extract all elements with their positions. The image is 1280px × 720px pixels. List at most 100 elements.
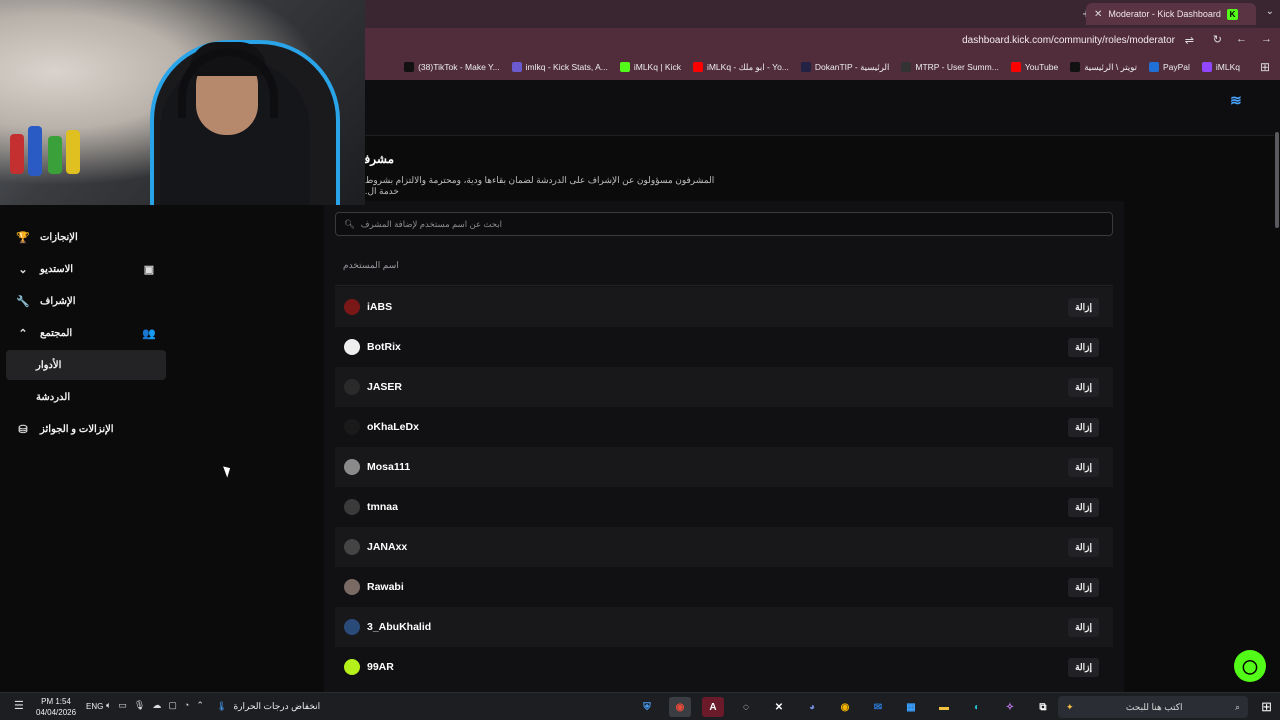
- file-explorer-icon[interactable]: ▬: [933, 697, 955, 717]
- sidebar-item[interactable]: ⛁ الإنزالات و الجوائز: [6, 414, 166, 444]
- search-input[interactable]: [360, 219, 1101, 229]
- close-icon[interactable]: ✕: [1094, 9, 1102, 20]
- sidebar-item[interactable]: 🔧 الإشراف: [6, 286, 166, 316]
- network-icon[interactable]: ◔: [184, 700, 189, 711]
- sidebar-item[interactable]: ⌄ الاستديو ▣: [6, 254, 166, 284]
- bookmark-item[interactable]: YouTube: [1010, 62, 1058, 72]
- moderator-username[interactable]: Mosa111: [367, 461, 410, 473]
- start-menu-icon[interactable]: ⊞: [1261, 699, 1272, 715]
- avatar: [344, 339, 360, 355]
- edge-app-icon[interactable]: ◐: [966, 697, 988, 717]
- remove-moderator-button[interactable]: إزالة: [1068, 417, 1099, 437]
- chrome-active-icon[interactable]: ◉: [669, 697, 691, 717]
- bookmark-item[interactable]: MTRP - User Summ...: [901, 62, 999, 72]
- bookmark-item[interactable]: iMLKq - ابو ملك - Yo...: [692, 62, 789, 73]
- moderator-username[interactable]: 3_AbuKhalid: [367, 621, 431, 633]
- remove-moderator-button[interactable]: إزالة: [1068, 377, 1099, 397]
- taskbar-search[interactable]: ✦ اكتب هنا للبحث ⌕: [1058, 696, 1248, 718]
- moderator-username[interactable]: iABS: [367, 301, 392, 313]
- moderator-row: oKhaLeDx إزالة: [335, 407, 1113, 447]
- sidebar-item[interactable]: 🏆 الإنجازات: [6, 222, 166, 252]
- sidebar: 🏆 الإنجازات ⌄ الاستديو ▣ 🔧 الإشراف ⌃ المجتمع 👥 الأ…: [0, 222, 172, 452]
- mouse-cursor: [223, 464, 233, 478]
- avatar: [344, 379, 360, 395]
- adobe-app-icon[interactable]: A: [702, 697, 724, 717]
- discord-app-icon[interactable]: ◕: [801, 697, 823, 717]
- outlook-app-icon[interactable]: ✉: [867, 697, 889, 717]
- remove-moderator-button[interactable]: إزالة: [1068, 657, 1099, 677]
- shield-app-icon[interactable]: ⛨: [636, 697, 658, 717]
- remove-moderator-button[interactable]: إزالة: [1068, 617, 1099, 637]
- remove-moderator-button[interactable]: إزالة: [1068, 497, 1099, 517]
- moderator-row: Mosa111 إزالة: [335, 447, 1113, 487]
- sidebar-extra-icon: ▣: [143, 263, 155, 276]
- moderator-username[interactable]: 99AR: [367, 661, 394, 673]
- moderator-username[interactable]: Rawabi: [367, 581, 404, 593]
- sidebar-item[interactable]: الدردشة: [6, 382, 166, 412]
- sidebar-item-label: الإشراف: [40, 295, 76, 307]
- bookmark-item[interactable]: imlkq - Kick Stats, A...: [511, 62, 608, 72]
- back-icon[interactable]: ←: [1236, 33, 1247, 46]
- weather-widget[interactable]: 🌡︎ انخفاض درجات الحرارة: [216, 701, 320, 712]
- sidebar-item[interactable]: الأدوار: [6, 350, 166, 380]
- taskbar-clock[interactable]: PM 1:54 04/04/2026: [36, 696, 76, 718]
- forward-icon[interactable]: →: [1261, 33, 1272, 46]
- bookmark-favicon-icon: [619, 62, 630, 72]
- sidebar-item[interactable]: ⌃ المجتمع 👥: [6, 318, 166, 348]
- moderator-username[interactable]: BotRix: [367, 341, 401, 353]
- remove-moderator-button[interactable]: إزالة: [1068, 457, 1099, 477]
- task-view-icon[interactable]: ⧉: [1032, 697, 1054, 717]
- search-icon: ⌕: [1234, 701, 1240, 712]
- taskbar-apps: ⛨ ◉ A ◌ ✕ ◕ ◉ ✉ ▦ ▬ ◐ ✧ ⧉: [636, 697, 1054, 717]
- site-settings-icon[interactable]: ⇌: [1185, 34, 1194, 47]
- moderator-row: tmnaa إزالة: [335, 487, 1113, 527]
- cloud-icon[interactable]: ☁︎: [152, 700, 161, 711]
- chrome-app-icon[interactable]: ◉: [834, 697, 856, 717]
- moderator-row: Rawabi إزالة: [335, 567, 1113, 607]
- bookmark-item[interactable]: PayPal: [1148, 62, 1190, 72]
- display-icon[interactable]: ▭: [118, 700, 127, 711]
- moderator-username[interactable]: tmnaa: [367, 501, 398, 513]
- obs-app-icon[interactable]: ◌: [735, 697, 757, 717]
- moderator-row: 99AR إزالة: [335, 647, 1113, 687]
- bookmark-item[interactable]: iMLKq: [1201, 62, 1240, 72]
- remove-moderator-button[interactable]: إزالة: [1068, 337, 1099, 357]
- avatar: [344, 619, 360, 635]
- nav-controls: ↻ ← →: [1213, 33, 1272, 46]
- language-indicator[interactable]: ENG: [86, 702, 103, 711]
- remove-moderator-button[interactable]: إزالة: [1068, 537, 1099, 557]
- chevron-down-icon[interactable]: ⌄: [1266, 6, 1274, 17]
- moderator-row: BotRix إزالة: [335, 327, 1113, 367]
- volume-icon[interactable]: 🔈︎: [106, 700, 111, 711]
- capcut-app-icon[interactable]: ✕: [768, 697, 790, 717]
- brand-logo-icon[interactable]: ≋: [1230, 92, 1252, 108]
- apps-grid-icon[interactable]: ⊞: [1260, 60, 1270, 74]
- copilot-app-icon[interactable]: ✧: [999, 697, 1021, 717]
- support-chat-button[interactable]: ◯: [1234, 650, 1266, 682]
- avatar: [344, 459, 360, 475]
- webcam-overlay: [0, 0, 365, 205]
- trophy-icon: 🏆: [16, 231, 30, 244]
- remove-moderator-button[interactable]: إزالة: [1068, 297, 1099, 317]
- notification-icon[interactable]: ☰: [14, 699, 24, 712]
- remove-moderator-button[interactable]: إزالة: [1068, 577, 1099, 597]
- avatar: [344, 579, 360, 595]
- copilot-icon: ✦: [1066, 701, 1074, 712]
- scrollbar-thumb[interactable]: [1275, 132, 1279, 228]
- moderator-username[interactable]: JANAxx: [367, 541, 407, 553]
- url-text[interactable]: dashboard.kick.com/community/roles/moder…: [962, 35, 1175, 46]
- sidebar-item-label: الإنجازات: [40, 231, 78, 243]
- moderator-username[interactable]: JASER: [367, 381, 402, 393]
- tray-expand-icon[interactable]: ⌃: [196, 700, 204, 711]
- bookmark-item[interactable]: تويتر \ الرئيسية: [1070, 62, 1137, 73]
- app-tray-icon[interactable]: ▢: [168, 700, 177, 711]
- bookmark-item[interactable]: (38)TikTok - Make Y...: [404, 62, 500, 72]
- store-app-icon[interactable]: ▦: [900, 697, 922, 717]
- reload-icon[interactable]: ↻: [1213, 33, 1222, 46]
- moderator-username[interactable]: oKhaLeDx: [367, 421, 419, 433]
- browser-tab-active[interactable]: ✕ Moderator - Kick Dashboard K: [1086, 3, 1256, 25]
- search-field[interactable]: 🔍︎: [335, 212, 1113, 236]
- bookmark-item[interactable]: iMLKq | Kick: [619, 62, 681, 72]
- bookmark-item[interactable]: DokanTIP - الرئيسية: [800, 62, 889, 73]
- microphone-icon[interactable]: 🎙︎: [134, 700, 145, 711]
